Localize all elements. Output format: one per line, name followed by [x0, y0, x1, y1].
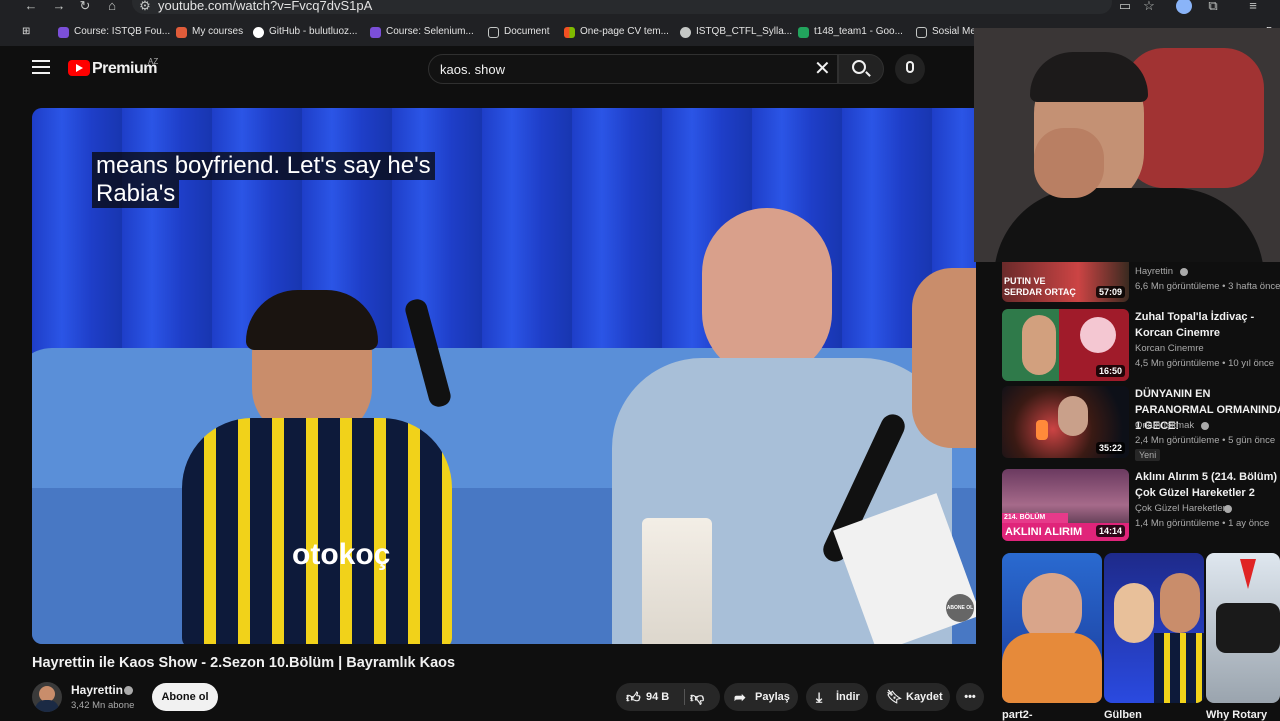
url-text: youtube.com/watch?v=Fvcq7dvS1pA — [158, 0, 373, 13]
list-item[interactable]: 214. BÖLÜM AKLINI ALIRIM 14:14 Aklını Al… — [1002, 469, 1280, 541]
subscriber-count: 3,42 Mn abone — [71, 700, 135, 711]
bookmark-5[interactable]: One-page CV tem... — [564, 22, 669, 42]
back-icon[interactable]: ← — [22, 0, 40, 15]
bookmark-star-icon[interactable]: ☆ — [1140, 0, 1158, 15]
sheets-icon — [798, 26, 809, 38]
cup — [642, 518, 712, 644]
bookmark-icon: 🔖︎ — [886, 689, 903, 704]
like-button[interactable]: 👍︎ 94 B 👎︎ — [616, 683, 720, 711]
reload-icon[interactable]: ↻ — [76, 0, 94, 15]
folder-icon — [488, 26, 499, 38]
video-player[interactable]: otokoç means boyfriend. Let's say he's R… — [32, 108, 976, 644]
download-icon: ⤓ — [816, 689, 823, 705]
channel-name[interactable]: Hayrettin — [71, 683, 123, 697]
profile-icon[interactable] — [1176, 0, 1192, 14]
list-item[interactable]: PUTIN VE SERDAR ORTAÇ 57:09 Hayrettin 6,… — [1002, 262, 1280, 302]
apps-icon[interactable]: ⊞ — [22, 22, 30, 42]
list-item[interactable]: 16:50 Zuhal Topal'la İzdivaç - Korcan Ci… — [1002, 309, 1280, 381]
bookmark-7[interactable]: t148_team1 - Goo... — [798, 22, 903, 42]
new-badge: Yeni — [1135, 449, 1161, 461]
more-icon: ••• — [964, 691, 976, 703]
jersey-sponsor-text: otokoç — [292, 538, 391, 571]
download-button[interactable]: ⤓ İndir — [806, 683, 868, 711]
bookmark-0[interactable]: Course: ISTQB Fou... — [58, 22, 170, 42]
list-item[interactable]: 35:22 DÜNYANIN EN PARANORMAL ORMANINDA 1… — [1002, 386, 1280, 461]
short-thumbnail[interactable] — [1206, 553, 1280, 703]
menu-icon[interactable] — [32, 60, 50, 76]
clear-search-icon[interactable]: ✕ — [814, 59, 831, 79]
cast-icon[interactable]: ▭ — [1116, 0, 1134, 15]
search-input[interactable]: kaos. show — [440, 62, 505, 77]
caption-line: means boyfriend. Let's say he's — [92, 152, 435, 180]
short-title[interactable]: Gülben — [1104, 709, 1142, 721]
bookmark-3[interactable]: Course: Selenium... — [370, 22, 474, 42]
caption-line: Rabia's — [92, 180, 180, 208]
thumbs-down-icon[interactable]: 👎︎ — [690, 683, 704, 711]
share-button[interactable]: ➦ Paylaş — [724, 683, 798, 711]
youtube-logo-icon[interactable] — [68, 60, 90, 76]
microsoft-icon — [564, 26, 575, 38]
subscribe-watermark[interactable]: ABONE OL — [946, 594, 974, 622]
search-icon[interactable] — [852, 60, 866, 74]
share-icon: ➦ — [734, 689, 746, 705]
verified-icon — [1180, 268, 1188, 276]
bookmark-favicon-icon — [176, 26, 187, 38]
address-row: ← → ↻ ⌂ ⚙ youtube.com/watch?v=Fvcq7dvS1p… — [0, 0, 1280, 14]
bookmark-favicon-icon — [370, 26, 381, 38]
github-icon — [253, 26, 264, 38]
short-title[interactable]: Why Rotary — [1206, 709, 1267, 721]
globe-icon — [680, 26, 691, 38]
save-button[interactable]: 🔖︎ Kaydet — [876, 683, 950, 711]
bookmark-1[interactable]: My courses — [176, 22, 243, 42]
forward-icon[interactable]: → — [50, 0, 68, 15]
bookmark-6[interactable]: ISTQB_CTFL_Sylla... — [680, 22, 792, 42]
more-actions-button[interactable]: ••• — [956, 683, 984, 711]
video-thumbnail[interactable]: 35:22 — [1002, 386, 1129, 458]
video-thumbnail[interactable]: PUTIN VE SERDAR ORTAÇ 57:09 — [1002, 262, 1129, 302]
thumbs-up-icon: 👍︎ — [626, 689, 641, 705]
verified-icon — [124, 686, 133, 695]
short-thumbnail[interactable] — [1002, 553, 1102, 703]
subscribe-button[interactable]: Abone ol — [152, 683, 218, 711]
bookmark-2[interactable]: GitHub - bulutluoz... — [253, 22, 357, 42]
short-thumbnail[interactable] — [1104, 553, 1204, 703]
webcam-overlay — [974, 28, 1280, 262]
avatar[interactable] — [32, 682, 62, 712]
verified-icon — [1201, 422, 1209, 430]
bookmark-8[interactable]: Sosial Me — [916, 22, 976, 42]
guest-edge — [912, 268, 976, 448]
home-icon[interactable]: ⌂ — [103, 0, 121, 15]
verified-icon — [1224, 505, 1232, 513]
video-thumbnail[interactable]: 16:50 — [1002, 309, 1129, 381]
mic-icon[interactable] — [906, 61, 914, 73]
reading-list-icon[interactable]: ≡ — [1244, 0, 1262, 15]
site-info-icon[interactable]: ⚙ — [136, 0, 154, 15]
captions: means boyfriend. Let's say he's Rabia's — [92, 152, 435, 208]
folder-icon — [916, 26, 927, 38]
country-code: AZ — [148, 57, 159, 66]
short-title[interactable]: part2- — [1002, 709, 1033, 721]
video-title: Hayrettin ile Kaos Show - 2.Sezon 10.Böl… — [32, 655, 456, 671]
extensions-icon[interactable]: ⧉ — [1204, 0, 1222, 15]
bookmark-favicon-icon — [58, 26, 69, 38]
bookmark-4[interactable]: Document — [488, 22, 550, 42]
video-thumbnail[interactable]: 214. BÖLÜM AKLINI ALIRIM 14:14 — [1002, 469, 1129, 541]
